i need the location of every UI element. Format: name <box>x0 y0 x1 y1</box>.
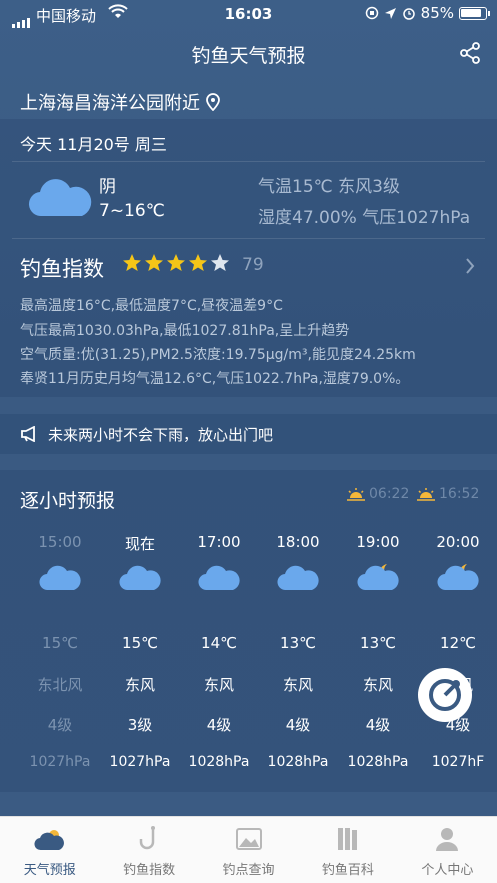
hourly-pressure: 1027hF <box>431 754 485 770</box>
floating-radar-button[interactable] <box>418 668 472 722</box>
index-info-line: 最高温度16°C,最低温度7°C,昼夜温差9°C <box>20 298 283 314</box>
sunset-icon <box>417 488 435 501</box>
hourly-pressure: 1028hPa <box>267 754 329 770</box>
tab-label: 钓鱼百科 <box>321 863 374 878</box>
hourly-temp: 15℃ <box>42 634 78 652</box>
tab-label: 钓鱼指数 <box>123 863 176 878</box>
hourly-time: 18:00 <box>276 533 320 551</box>
hourly-pressure: 1028hPa <box>347 754 409 770</box>
app-screen: 中国移动 16:03 85% 钓鱼天气预报 上海海昌海洋公园附近 今天 11月2… <box>0 0 497 883</box>
fishing-spot-icon <box>233 825 265 857</box>
sunrise-time: 06:22 <box>369 486 410 502</box>
weather-icon <box>34 825 66 857</box>
star-filled-icon <box>166 253 186 277</box>
index-info-line: 气压最高1030.03hPa,最低1027.81hPa,呈上升趋势 <box>20 323 350 339</box>
hourly-title: 逐小时预报 <box>20 490 116 512</box>
tab-label: 个人中心 <box>421 863 474 878</box>
sunrise: 06:22 <box>346 486 409 502</box>
hourly-time: 现在 <box>124 535 155 553</box>
cloud-icon <box>39 562 81 596</box>
tab-encyclopedia[interactable]: 钓鱼百科 <box>298 817 397 883</box>
hourly-time: 17:00 <box>197 533 241 551</box>
hourly-wind-direction: 东风 <box>203 676 234 694</box>
sunrise-icon <box>347 488 365 501</box>
star-filled-icon <box>188 253 208 277</box>
temp-wind: 气温15℃ 东风3级 <box>258 177 400 197</box>
hourly-pressure: 1027hPa <box>29 754 91 770</box>
location-pin-icon <box>206 93 220 111</box>
cloud-moon-icon <box>437 562 479 596</box>
hourly-wind-level: 4级 <box>206 716 232 734</box>
cloud-icon <box>277 562 319 596</box>
page-title: 钓鱼天气预报 <box>191 45 306 67</box>
hourly-temp: 12℃ <box>440 634 476 652</box>
status-right: 85% <box>365 4 490 22</box>
index-info-line: 空气质量:优(31.25),PM2.5浓度:19.75μg/m³,能见度24.2… <box>20 347 416 363</box>
status-bar: 中国移动 16:03 85% <box>0 0 497 30</box>
star-filled-icon <box>144 253 164 277</box>
today-date: 今天 11月20号 周三 <box>20 135 167 154</box>
hourly-temp: 15℃ <box>122 634 158 652</box>
cloud-icon <box>28 178 92 222</box>
divider <box>12 161 485 162</box>
tab-weather[interactable]: 天气预报 <box>0 817 99 883</box>
cloud-moon-icon <box>357 562 399 596</box>
hourly-temp: 14℃ <box>201 634 237 652</box>
star-empty-icon <box>210 253 230 277</box>
index-info-line: 奉贤11月历史月均气温12.6°C,气压1022.7hPa,湿度79.0%。 <box>20 371 410 387</box>
humidity-pressure: 湿度47.00% 气压1027hPa <box>258 208 471 228</box>
divider <box>12 238 485 239</box>
chevron-right-icon[interactable] <box>465 257 475 280</box>
hourly-wind-direction: 东北风 <box>37 676 83 694</box>
tab-fishing-hook[interactable]: 钓鱼指数 <box>99 817 198 883</box>
battery-percent: 85% <box>420 4 454 22</box>
tab-label: 天气预报 <box>23 863 76 878</box>
fishing-index-title[interactable]: 钓鱼指数 <box>20 253 104 283</box>
radar-icon <box>429 679 461 711</box>
location-selector[interactable]: 上海海昌海洋公园附近 <box>20 89 220 115</box>
share-icon[interactable] <box>459 42 481 68</box>
hourly-temp: 13℃ <box>360 634 396 652</box>
tab-user[interactable]: 个人中心 <box>398 817 497 883</box>
user-icon <box>431 825 463 857</box>
hourly-wind-level: 3级 <box>127 716 153 734</box>
battery-icon <box>459 6 490 20</box>
sunset: 16:52 <box>416 486 479 502</box>
hourly-wind-direction: 东风 <box>362 676 393 694</box>
nav-bar: 钓鱼天气预报 <box>0 30 497 78</box>
hourly-time: 20:00 <box>436 533 480 551</box>
hourly-pressure: 1027hPa <box>109 754 171 770</box>
hourly-time: 19:00 <box>356 533 400 551</box>
bottom-tab-bar: 天气预报 钓鱼指数 钓点查询 钓鱼百科 个人中心 <box>0 816 497 883</box>
hourly-wind-level: 4级 <box>47 716 73 734</box>
hourly-wind-direction: 东风 <box>282 676 313 694</box>
fishing-index-score: 79 <box>242 255 264 275</box>
rating-stars <box>122 253 230 277</box>
cloud-icon <box>119 562 161 596</box>
temperature-range: 7~16℃ <box>99 201 165 221</box>
hourly-wind-direction: 东风 <box>124 676 155 694</box>
encyclopedia-icon <box>332 825 364 857</box>
rain-tip-text: 未来两小时不会下雨，放心出门吧 <box>48 426 274 444</box>
fishing-hook-icon <box>133 825 165 857</box>
hourly-pressure: 1028hPa <box>188 754 250 770</box>
cloud-icon <box>198 562 240 596</box>
hourly-time: 15:00 <box>38 533 82 551</box>
location-arrow-icon <box>384 7 396 19</box>
tab-label: 钓点查询 <box>222 863 275 878</box>
star-filled-icon <box>122 253 142 277</box>
hourly-wind-level: 4级 <box>365 716 391 734</box>
sunset-time: 16:52 <box>439 486 480 502</box>
hourly-forecast-card <box>0 470 497 792</box>
location-name: 上海海昌海洋公园附近 <box>20 93 200 114</box>
megaphone-icon <box>20 425 40 446</box>
alarm-icon <box>402 8 415 20</box>
orientation-lock-icon <box>365 6 378 20</box>
hourly-temp: 13℃ <box>280 634 316 652</box>
weather-condition: 阴 <box>99 177 116 197</box>
hourly-wind-level: 4级 <box>285 716 311 734</box>
tab-fishing-spot[interactable]: 钓点查询 <box>199 817 298 883</box>
